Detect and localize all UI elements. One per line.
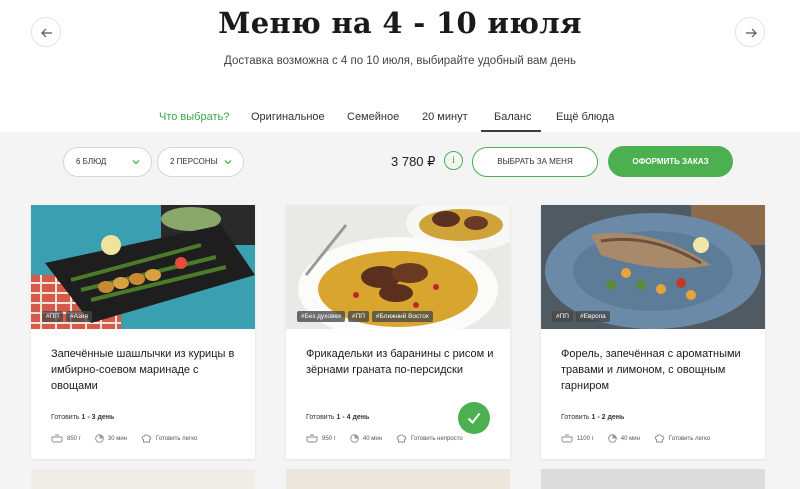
page-title: Меню на 4 - 10 июля [218, 6, 582, 40]
persons-value: 2 ПЕРСОНЫ [170, 157, 218, 166]
cook-days-value: 1 - 2 день [591, 414, 625, 421]
dish-tags: #Без духовки #ПП #Ближний Восток [297, 311, 433, 322]
dish-meta: 1100 г 40 мин Готовить легко [561, 434, 724, 443]
timer-icon [95, 434, 104, 443]
menu-tabs: Что выбрать? Оригинальное Семейное 20 ми… [0, 111, 800, 131]
checkout-button[interactable]: ОФОРМИТЬ ЗАКАЗ [608, 146, 733, 177]
cook-days: Готовить 1 - 3 день [51, 414, 114, 421]
persons-select[interactable]: 2 ПЕРСОНЫ [157, 147, 244, 177]
dish-time: 30 мин [107, 435, 128, 442]
cook-days: Готовить 1 - 4 день [306, 414, 369, 421]
arrow-right-icon [746, 28, 757, 38]
dish-weight: 850 г [67, 435, 81, 442]
cook-prefix: Готовить [306, 414, 337, 421]
tab-what-to-choose[interactable]: Что выбрать? [159, 111, 229, 123]
tag[interactable]: #ПП [42, 311, 63, 322]
tag[interactable]: #Азия [65, 311, 93, 322]
delivery-subtitle: Доставка возможна с 4 по 10 июля, выбира… [224, 55, 576, 67]
dish-card[interactable]: #Без духовки #ПП #Ближний Восток Фрикаде… [286, 205, 510, 459]
dish-card-partial[interactable] [31, 469, 255, 489]
chef-hat-icon [141, 434, 152, 443]
chef-hat-icon [396, 434, 407, 443]
pot-icon [51, 434, 63, 443]
info-icon[interactable]: i [444, 151, 463, 170]
selected-check-button[interactable] [458, 402, 490, 434]
cook-days-value: 1 - 3 день [81, 414, 115, 421]
dish-difficulty: Готовить легко [156, 435, 198, 442]
dish-difficulty: Готовить легко [668, 435, 711, 442]
dish-title[interactable]: Форель, запечённая с ароматными травами … [561, 346, 751, 394]
cook-days: Готовить 1 - 2 день [561, 414, 624, 421]
tab-balance[interactable]: Баланс [494, 111, 531, 123]
dish-card-partial[interactable] [541, 469, 765, 489]
chevron-down-icon [132, 160, 140, 165]
dish-difficulty: Готовить непросто [411, 435, 463, 442]
dishes-count-value: 6 БЛЮД [76, 157, 107, 166]
pot-icon [561, 434, 573, 443]
tab-family[interactable]: Семейное [347, 111, 399, 123]
dish-card-partial[interactable] [286, 469, 510, 489]
dish-meta: 850 г 30 мин Готовить легко [51, 434, 211, 443]
pot-icon [306, 434, 318, 443]
dish-meta: 950 г 40 мин Готовить непросто [306, 434, 477, 443]
dish-tags: #ПП #Европа [552, 311, 610, 322]
cook-prefix: Готовить [561, 414, 592, 421]
tab-original[interactable]: Оригинальное [251, 111, 325, 123]
dish-card[interactable]: #ПП #Европа Форель, запечённая с ароматн… [541, 205, 765, 459]
dish-weight: 1100 г [577, 435, 594, 442]
tag[interactable]: #Без духовки [297, 311, 345, 322]
dish-tags: #ПП #Азия [42, 311, 93, 322]
dishes-count-select[interactable]: 6 БЛЮД [63, 147, 152, 177]
cook-prefix: Готовить [51, 414, 82, 421]
tag[interactable]: #ПП [552, 311, 573, 322]
dish-time: 40 мин [362, 435, 383, 442]
dish-card[interactable]: #ПП #Азия Запечённые шашлычки из курицы … [31, 205, 255, 459]
page-header: Меню на 4 - 10 июля Доставка возможна с … [0, 0, 800, 132]
timer-icon [608, 434, 617, 443]
chevron-down-icon [224, 160, 232, 165]
tab-more-dishes[interactable]: Ещё блюда [556, 111, 614, 123]
dish-title[interactable]: Запечённые шашлычки из курицы в имбирно-… [51, 346, 241, 394]
dish-title[interactable]: Фрикадельки из баранины с рисом и зёрнам… [306, 346, 496, 378]
total-price: 3 780 ₽ [391, 154, 436, 169]
timer-icon [350, 434, 359, 443]
cook-days-value: 1 - 4 день [336, 414, 370, 421]
next-week-button[interactable] [735, 17, 765, 47]
dish-weight: 950 г [322, 435, 336, 442]
tag[interactable]: #ПП [347, 311, 369, 322]
dish-time: 40 мин [620, 435, 640, 442]
checkmark-icon [467, 412, 481, 424]
tag[interactable]: #Европа [575, 311, 610, 322]
choose-for-me-button[interactable]: ВЫБРАТЬ ЗА МЕНЯ [472, 147, 598, 177]
tab-20-minutes[interactable]: 20 минут [422, 111, 468, 123]
chef-hat-icon [654, 434, 665, 443]
tag[interactable]: #Ближний Восток [371, 311, 433, 322]
